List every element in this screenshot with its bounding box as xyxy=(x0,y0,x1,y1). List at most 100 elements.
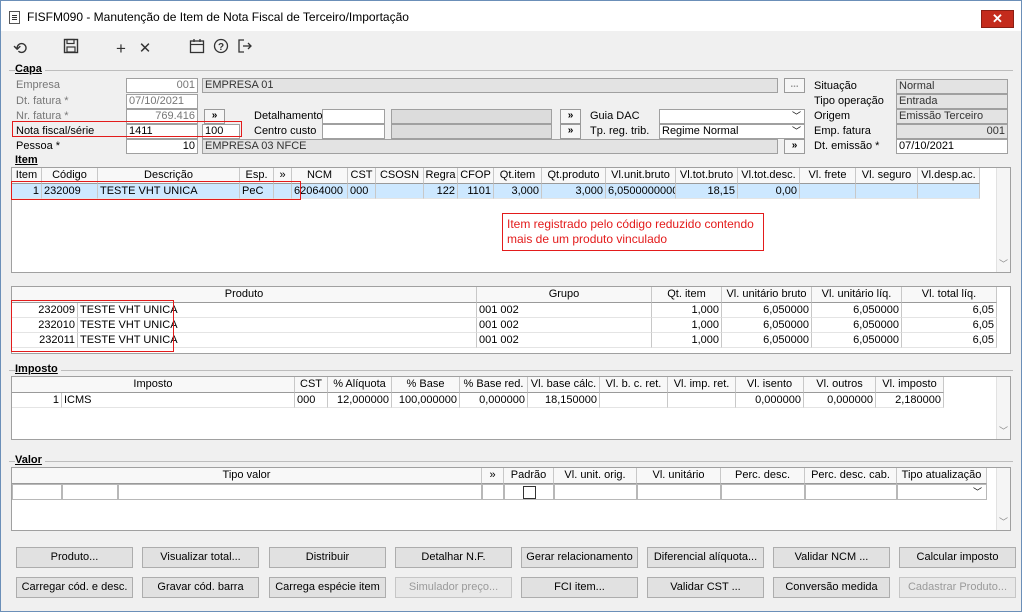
column-header-produto[interactable]: Produto xyxy=(12,287,477,303)
carregar-cod-e-desc-button[interactable]: Carregar cód. e desc. xyxy=(16,577,133,598)
detalhamento-field[interactable] xyxy=(322,109,385,124)
table-cell[interactable] xyxy=(721,484,805,500)
serie-field[interactable]: 100 xyxy=(202,124,240,139)
add-icon[interactable]: + xyxy=(110,38,132,60)
detalhamento-lookup-button[interactable]: » xyxy=(560,109,581,124)
detalhar-n-f-button[interactable]: Detalhar N.F. xyxy=(395,547,512,568)
table-cell[interactable] xyxy=(118,484,482,500)
validar-ncm-button[interactable]: Validar NCM ... xyxy=(773,547,890,568)
centro-custo-field[interactable] xyxy=(322,124,385,139)
column-header-vl-unitario-bruto[interactable]: Vl. unitário bruto xyxy=(722,287,812,303)
calendar-icon[interactable] xyxy=(186,38,208,60)
column-header-vl-unitario[interactable]: Vl. unitário xyxy=(637,468,721,484)
column-header-perc-desc-cab[interactable]: Perc. desc. cab. xyxy=(805,468,897,484)
nr-fatura-lookup-button[interactable]: » xyxy=(204,109,225,124)
column-header-descricao[interactable]: Descrição xyxy=(98,168,240,184)
imposto-grid-scrollbar[interactable]: ﹀ xyxy=(996,377,1010,439)
help-icon[interactable]: ? xyxy=(210,38,232,60)
produto-button[interactable]: Produto... xyxy=(16,547,133,568)
gravar-cod-barra-button[interactable]: Gravar cód. barra xyxy=(142,577,259,598)
table-cell[interactable]: ﹀ xyxy=(897,484,987,500)
column-header-vl-unit-orig[interactable]: Vl. unit. orig. xyxy=(554,468,637,484)
close-button[interactable]: ✕ xyxy=(981,10,1014,28)
tp-reg-trib-select[interactable]: Regime Normal ﹀ xyxy=(659,124,805,139)
valor-grid[interactable]: ﹀ Tipo valor» Padrão Vl. unit. orig. Vl. un… xyxy=(11,467,1011,531)
column-header-cfop[interactable]: CFOP xyxy=(458,168,494,184)
column-header-col[interactable]: » xyxy=(274,168,292,184)
column-header-vl-tot-desc[interactable]: Vl.tot.desc. xyxy=(738,168,800,184)
column-header-base-red[interactable]: % Base red. xyxy=(460,377,528,393)
exit-icon[interactable] xyxy=(234,38,256,60)
title-bar[interactable]: FISFM090 - Manutenção de Item de Nota Fi… xyxy=(1,1,1021,31)
table-cell[interactable] xyxy=(12,484,62,500)
column-header-vl-frete[interactable]: Vl. frete xyxy=(800,168,856,184)
column-header-regra[interactable]: Regra xyxy=(424,168,458,184)
column-header-vl-total-liq[interactable]: Vl. total líq. xyxy=(902,287,997,303)
valor-grid-scrollbar[interactable]: ﹀ xyxy=(996,468,1010,530)
column-header-csosn[interactable]: CSOSN xyxy=(376,168,424,184)
column-header-vl-seguro[interactable]: Vl. seguro xyxy=(856,168,918,184)
table-cell[interactable] xyxy=(637,484,721,500)
diferencial-aliquota-button[interactable]: Diferencial alíquota... xyxy=(647,547,764,568)
gerar-relacionamento-button[interactable]: Gerar relacionamento xyxy=(521,547,638,568)
guia-dac-select[interactable]: ﹀ xyxy=(659,109,805,124)
table-cell[interactable] xyxy=(554,484,637,500)
column-header-cst[interactable]: CST xyxy=(295,377,328,393)
column-header-base[interactable]: % Base xyxy=(392,377,460,393)
item-grid-scrollbar[interactable]: ﹀ xyxy=(996,168,1010,272)
column-header-qt-item[interactable]: Qt. item xyxy=(652,287,722,303)
column-header-codigo[interactable]: Código xyxy=(42,168,98,184)
dt-fatura-field[interactable]: 07/10/2021 xyxy=(126,94,198,109)
column-header-vl-tot-bruto[interactable]: Vl.tot.bruto xyxy=(676,168,738,184)
column-header-item[interactable]: Item xyxy=(12,168,42,184)
column-header-vl-outros[interactable]: Vl. outros xyxy=(804,377,876,393)
nota-fiscal-field[interactable]: 1411 xyxy=(126,124,198,139)
column-header-col[interactable]: » xyxy=(482,468,504,484)
cancel-icon[interactable]: ✕ xyxy=(134,38,156,60)
table-cell[interactable] xyxy=(805,484,897,500)
table-cell[interactable] xyxy=(504,484,554,500)
column-header-cst[interactable]: CST xyxy=(348,168,376,184)
dt-emissao-field[interactable]: 07/10/2021 xyxy=(896,139,1008,154)
refresh-icon[interactable]: ⟲ xyxy=(9,38,31,60)
column-header-vl-imp-ret[interactable]: Vl. imp. ret. xyxy=(668,377,736,393)
distribuir-button[interactable]: Distribuir xyxy=(269,547,386,568)
conversao-medida-button[interactable]: Conversão medida xyxy=(773,577,890,598)
visualizar-total-button[interactable]: Visualizar total... xyxy=(142,547,259,568)
column-header-perc-desc[interactable]: Perc. desc. xyxy=(721,468,805,484)
empresa-code-field[interactable]: 001 xyxy=(126,78,198,93)
calcular-imposto-button[interactable]: Calcular imposto xyxy=(899,547,1016,568)
column-header-vl-desp-ac[interactable]: Vl.desp.ac. xyxy=(918,168,980,184)
table-cell: 001 002 xyxy=(477,333,652,348)
column-header-vl-unit-bruto[interactable]: Vl.unit.bruto xyxy=(606,168,676,184)
column-header-ncm[interactable]: NCM xyxy=(292,168,348,184)
table-cell[interactable] xyxy=(62,484,118,500)
carrega-especie-item-button[interactable]: Carrega espécie item xyxy=(269,577,386,598)
column-header-tipo-atualizacao[interactable]: Tipo atualização xyxy=(897,468,987,484)
column-header-vl-base-calc[interactable]: Vl. base cálc. xyxy=(528,377,600,393)
column-header-qt-produto[interactable]: Qt.produto xyxy=(542,168,606,184)
column-header-esp[interactable]: Esp. xyxy=(240,168,274,184)
column-header-vl-b-c-ret[interactable]: Vl. b. c. ret. xyxy=(600,377,668,393)
column-header-imposto[interactable]: Imposto xyxy=(12,377,295,393)
column-header-padrao[interactable]: Padrão xyxy=(504,468,554,484)
padrao-checkbox[interactable] xyxy=(523,486,536,499)
validar-cst-button[interactable]: Validar CST ... xyxy=(647,577,764,598)
column-header-grupo[interactable]: Grupo xyxy=(477,287,652,303)
table-cell[interactable] xyxy=(482,484,504,500)
column-header-qt-item[interactable]: Qt.item xyxy=(494,168,542,184)
produtos-grid[interactable]: Produto Grupo Qt. item Vl. unitário bruto Vl… xyxy=(11,286,1011,354)
fci-item-button[interactable]: FCI item... xyxy=(521,577,638,598)
column-header-vl-isento[interactable]: Vl. isento xyxy=(736,377,804,393)
centro-custo-lookup-button[interactable]: » xyxy=(560,124,581,139)
column-header-tipo-valor[interactable]: Tipo valor xyxy=(12,468,482,484)
nr-fatura-field[interactable]: 769.416 xyxy=(126,109,198,124)
save-icon[interactable] xyxy=(60,38,82,60)
imposto-grid[interactable]: ﹀ Imposto CST% Alíquota% Base% Base red. V… xyxy=(11,376,1011,440)
pessoa-lookup-button[interactable]: » xyxy=(784,139,805,154)
column-header-aliquota[interactable]: % Alíquota xyxy=(328,377,392,393)
empresa-lookup-button[interactable]: ... xyxy=(784,78,805,93)
column-header-vl-imposto[interactable]: Vl. imposto xyxy=(876,377,944,393)
pessoa-field[interactable]: 10 xyxy=(126,139,198,154)
column-header-vl-unitario-liq[interactable]: Vl. unitário líq. xyxy=(812,287,902,303)
